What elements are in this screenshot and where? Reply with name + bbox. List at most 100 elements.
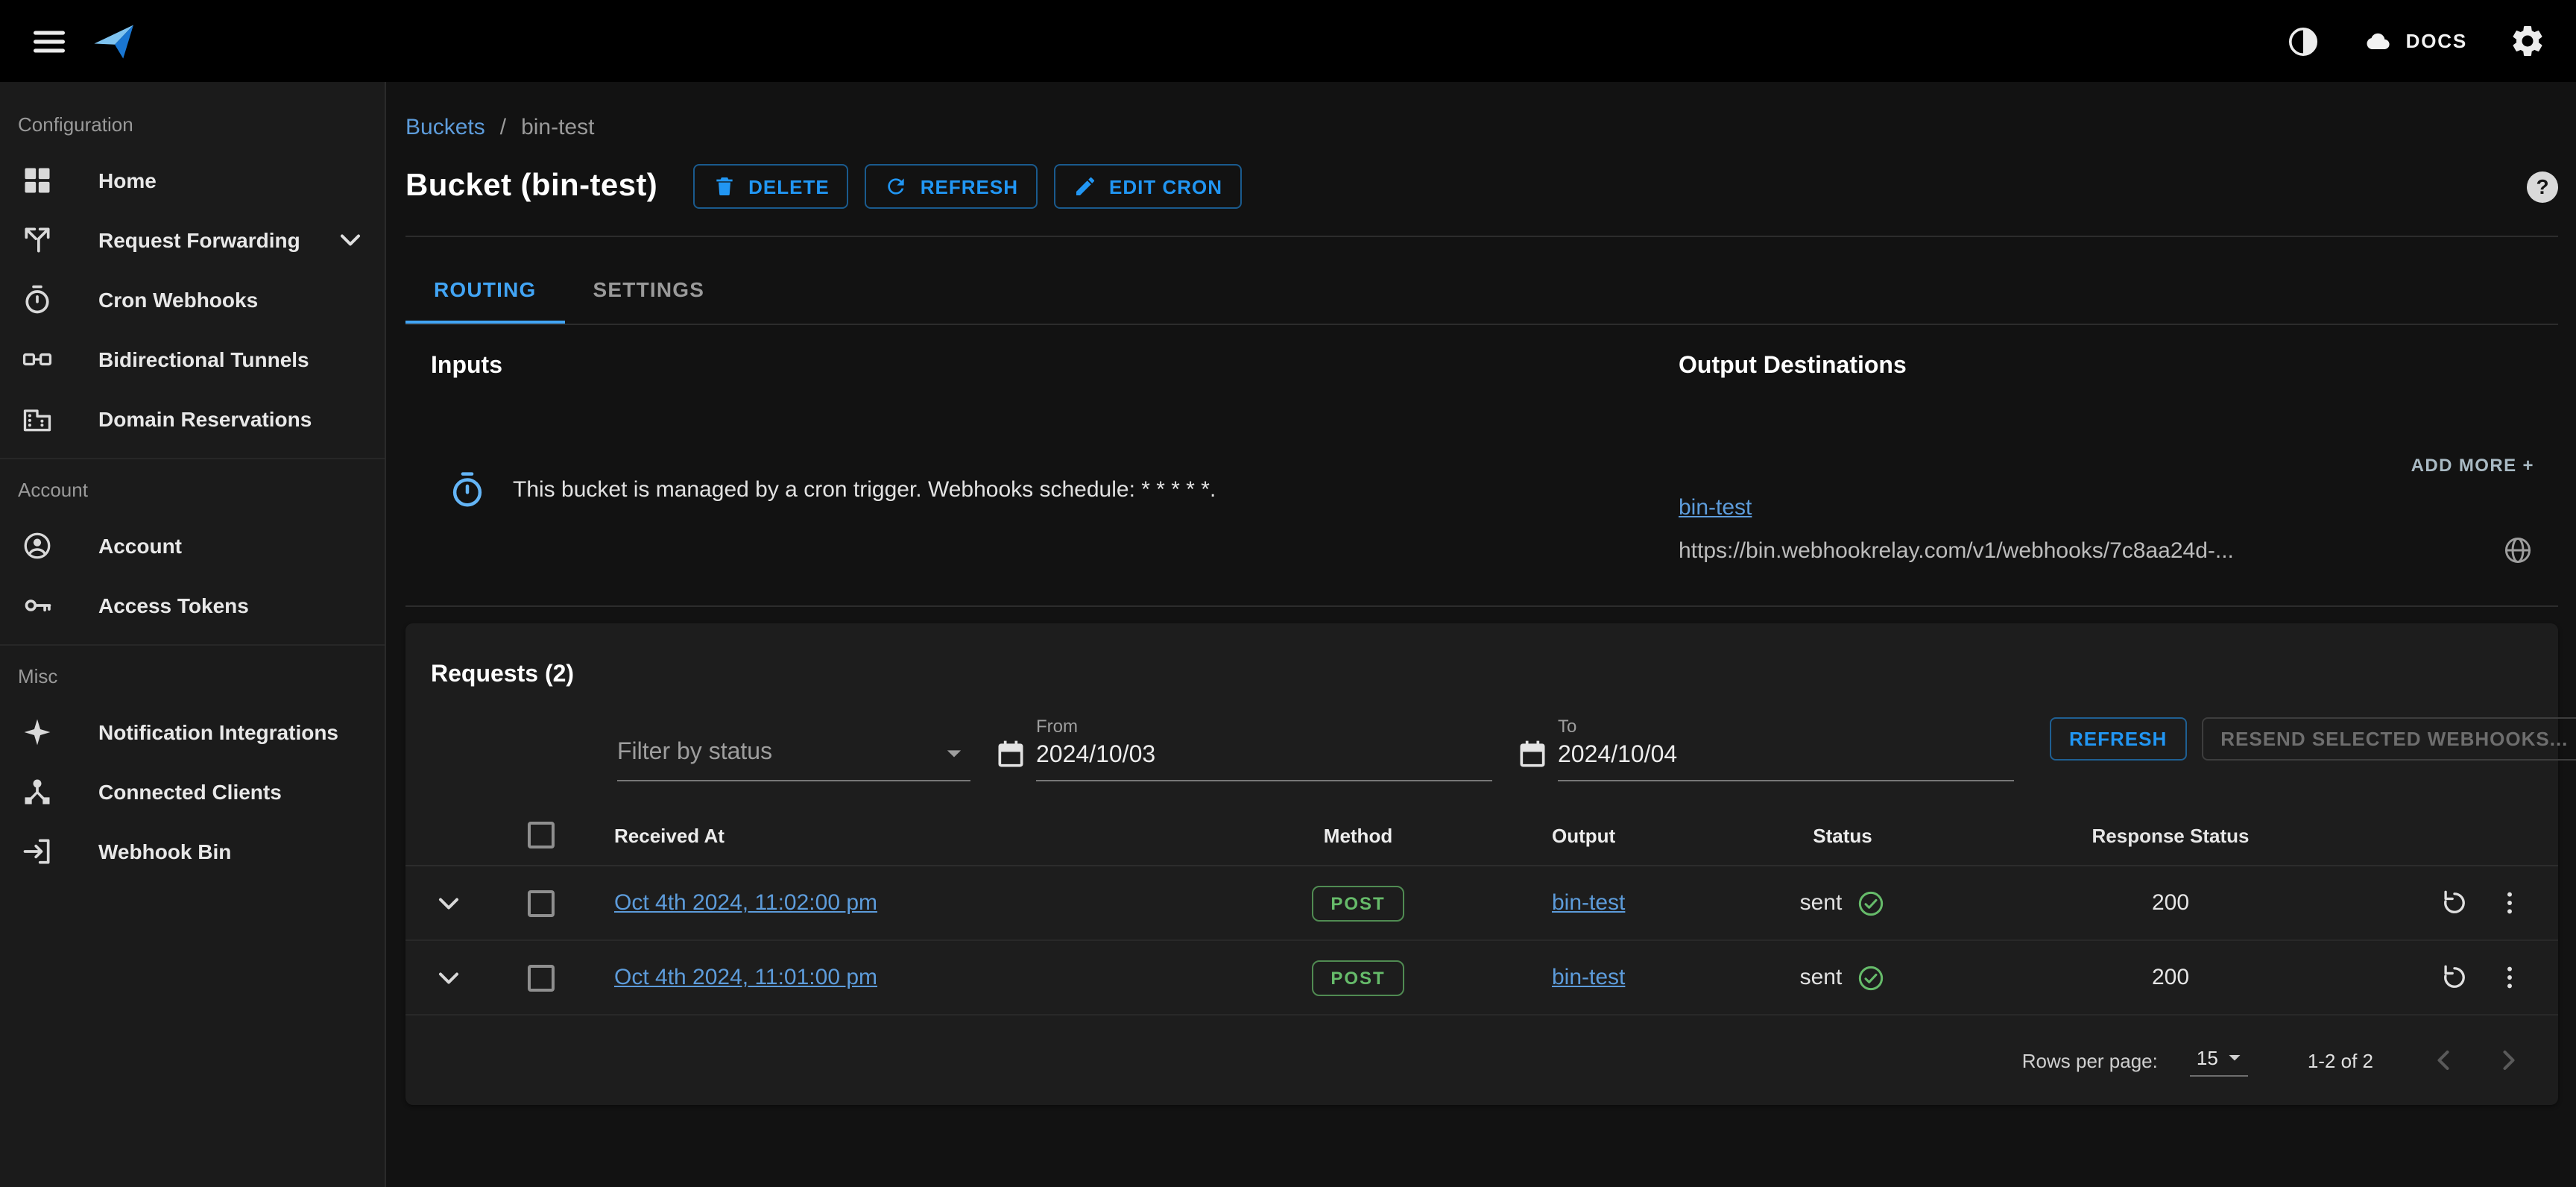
sidebar-item-label: Connected Clients bbox=[98, 780, 282, 804]
sidebar-item-notification-integrations[interactable]: Notification Integrations bbox=[0, 702, 385, 762]
cron-timer-icon bbox=[447, 470, 487, 510]
row-checkbox[interactable] bbox=[528, 890, 555, 916]
globe-icon[interactable] bbox=[2501, 534, 2534, 567]
sidebar-item-label: Notification Integrations bbox=[98, 720, 338, 744]
caret-down-icon bbox=[938, 737, 970, 769]
requests-refresh-button[interactable]: REFRESH bbox=[2050, 717, 2186, 761]
row-checkbox[interactable] bbox=[528, 964, 555, 991]
dashboard-grid-icon bbox=[21, 164, 54, 197]
sidebar-item-account[interactable]: Account bbox=[0, 516, 385, 576]
more-vert-icon[interactable] bbox=[2494, 887, 2525, 919]
sidebar-item-domain-reservations[interactable]: Domain Reservations bbox=[0, 389, 385, 449]
chevron-down-icon[interactable] bbox=[334, 224, 367, 256]
pagination-range: 1-2 of 2 bbox=[2308, 1049, 2373, 1071]
sidebar: Configuration Home Request Forwarding Cron … bbox=[0, 82, 386, 1187]
page-title: Bucket (bin-test) bbox=[405, 169, 657, 204]
call-split-icon bbox=[21, 224, 54, 256]
sidebar-item-cron-webhooks[interactable]: Cron Webhooks bbox=[0, 270, 385, 330]
sidebar-item-label: Request Forwarding bbox=[98, 228, 300, 252]
table-row: Oct 4th 2024, 11:02:00 pmPOSTbin-testsen… bbox=[405, 866, 2558, 941]
col-response-status: Response Status bbox=[1977, 824, 2364, 846]
sidebar-item-label: Domain Reservations bbox=[98, 407, 312, 431]
sidebar-section-misc: Misc Notification Integrations Connected C… bbox=[0, 644, 385, 881]
breadcrumb: Buckets / bin-test bbox=[405, 115, 2558, 140]
output-link[interactable]: bin-test bbox=[1552, 965, 1625, 990]
response-status: 200 bbox=[1977, 890, 2364, 916]
sidebar-item-request-forwarding[interactable]: Request Forwarding bbox=[0, 210, 385, 270]
tab-settings[interactable]: SETTINGS bbox=[565, 254, 733, 324]
received-at-link[interactable]: Oct 4th 2024, 11:01:00 pm bbox=[614, 965, 877, 990]
select-all-checkbox[interactable] bbox=[528, 822, 555, 848]
inputs-header: Inputs bbox=[431, 353, 1679, 380]
cron-notice: This bucket is managed by a cron trigger… bbox=[513, 477, 1216, 503]
topbar: DOCS bbox=[0, 0, 2576, 82]
app-logo[interactable] bbox=[92, 19, 137, 63]
docs-label: DOCS bbox=[2406, 30, 2467, 52]
status-text: sent bbox=[1800, 890, 1843, 916]
sidebar-item-bidirectional-tunnels[interactable]: Bidirectional Tunnels bbox=[0, 330, 385, 389]
resend-selected-button: RESEND SELECTED WEBHOOKS... bbox=[2201, 717, 2576, 761]
tunnel-icon bbox=[21, 343, 54, 376]
check-circle-icon bbox=[1855, 963, 1885, 992]
sidebar-section-label: Configuration bbox=[0, 106, 385, 142]
refresh-icon bbox=[885, 174, 909, 198]
sidebar-item-home[interactable]: Home bbox=[0, 151, 385, 210]
expand-row-icon[interactable] bbox=[432, 887, 465, 919]
from-date-value[interactable]: 2024/10/03 bbox=[1036, 743, 1492, 781]
integration-star-icon bbox=[21, 716, 54, 749]
sidebar-item-webhook-bin[interactable]: Webhook Bin bbox=[0, 822, 385, 881]
col-status: Status bbox=[1708, 824, 1977, 846]
sidebar-section-configuration: Configuration Home Request Forwarding Cron … bbox=[0, 106, 385, 449]
sidebar-item-label: Access Tokens bbox=[98, 594, 249, 617]
sidebar-section-label: Account bbox=[0, 471, 385, 507]
from-date-field[interactable]: From 2024/10/03 bbox=[1036, 716, 1492, 781]
output-url: https://bin.webhookrelay.com/v1/webhooks… bbox=[1679, 538, 2234, 563]
sidebar-item-connected-clients[interactable]: Connected Clients bbox=[0, 762, 385, 822]
expand-row-icon[interactable] bbox=[432, 961, 465, 994]
app-root: DOCS Configuration Home Request Forwarding… bbox=[0, 0, 2576, 1187]
sidebar-item-label: Webhook Bin bbox=[98, 840, 231, 863]
status-filter-select[interactable]: Filter by status bbox=[617, 737, 970, 781]
col-received-at: Received At bbox=[590, 824, 1246, 846]
add-more-link[interactable]: ADD MORE + bbox=[2411, 455, 2534, 476]
table-pagination: Rows per page: 15 1-2 of 2 bbox=[405, 1016, 2558, 1105]
breadcrumb-buckets-link[interactable]: Buckets bbox=[405, 115, 485, 140]
caret-down-icon bbox=[2221, 1044, 2248, 1071]
received-at-link[interactable]: Oct 4th 2024, 11:02:00 pm bbox=[614, 890, 877, 916]
docs-link[interactable]: DOCS bbox=[2363, 26, 2467, 56]
output-link[interactable]: bin-test bbox=[1552, 890, 1625, 916]
to-calendar-icon[interactable] bbox=[1516, 738, 1549, 771]
table-row: Oct 4th 2024, 11:01:00 pmPOSTbin-testsen… bbox=[405, 941, 2558, 1016]
sidebar-section-label: Misc bbox=[0, 658, 385, 693]
next-page-icon[interactable] bbox=[2493, 1044, 2525, 1077]
timer-icon bbox=[21, 283, 54, 316]
edit-cron-button[interactable]: EDIT CRON bbox=[1054, 164, 1242, 209]
more-vert-icon[interactable] bbox=[2494, 962, 2525, 993]
output-destination-link[interactable]: bin-test bbox=[1679, 495, 1752, 520]
sidebar-item-access-tokens[interactable]: Access Tokens bbox=[0, 576, 385, 635]
check-circle-icon bbox=[1855, 888, 1885, 918]
menu-icon[interactable] bbox=[30, 22, 69, 60]
retry-webhook-icon[interactable] bbox=[2439, 887, 2470, 919]
delete-button[interactable]: DELETE bbox=[693, 164, 849, 209]
breadcrumb-current: bin-test bbox=[521, 115, 594, 140]
sidebar-item-label: Bidirectional Tunnels bbox=[98, 347, 309, 371]
rows-per-page-select[interactable]: 15 bbox=[2191, 1044, 2248, 1077]
from-calendar-icon[interactable] bbox=[994, 738, 1027, 771]
requests-filter-row: Filter by status From 2024/10/03 To 2024… bbox=[405, 689, 2558, 781]
device-hub-icon bbox=[21, 775, 54, 808]
to-date-field[interactable]: To 2024/10/04 bbox=[1558, 716, 2014, 781]
previous-page-icon[interactable] bbox=[2427, 1044, 2460, 1077]
tab-routing[interactable]: ROUTING bbox=[405, 254, 565, 324]
col-output: Output bbox=[1470, 824, 1708, 846]
outputs-header: Output Destinations bbox=[1679, 353, 2534, 380]
settings-gear-icon[interactable] bbox=[2509, 22, 2546, 60]
header-divider bbox=[405, 236, 2558, 237]
help-icon[interactable] bbox=[2527, 171, 2558, 202]
theme-toggle-icon[interactable] bbox=[2285, 23, 2321, 59]
to-date-value[interactable]: 2024/10/04 bbox=[1558, 743, 2014, 781]
main-content: Buckets / bin-test Bucket (bin-test) DEL… bbox=[386, 82, 2576, 1187]
refresh-button[interactable]: REFRESH bbox=[865, 164, 1038, 209]
retry-webhook-icon[interactable] bbox=[2439, 962, 2470, 993]
tab-bar: ROUTING SETTINGS bbox=[405, 254, 2558, 325]
